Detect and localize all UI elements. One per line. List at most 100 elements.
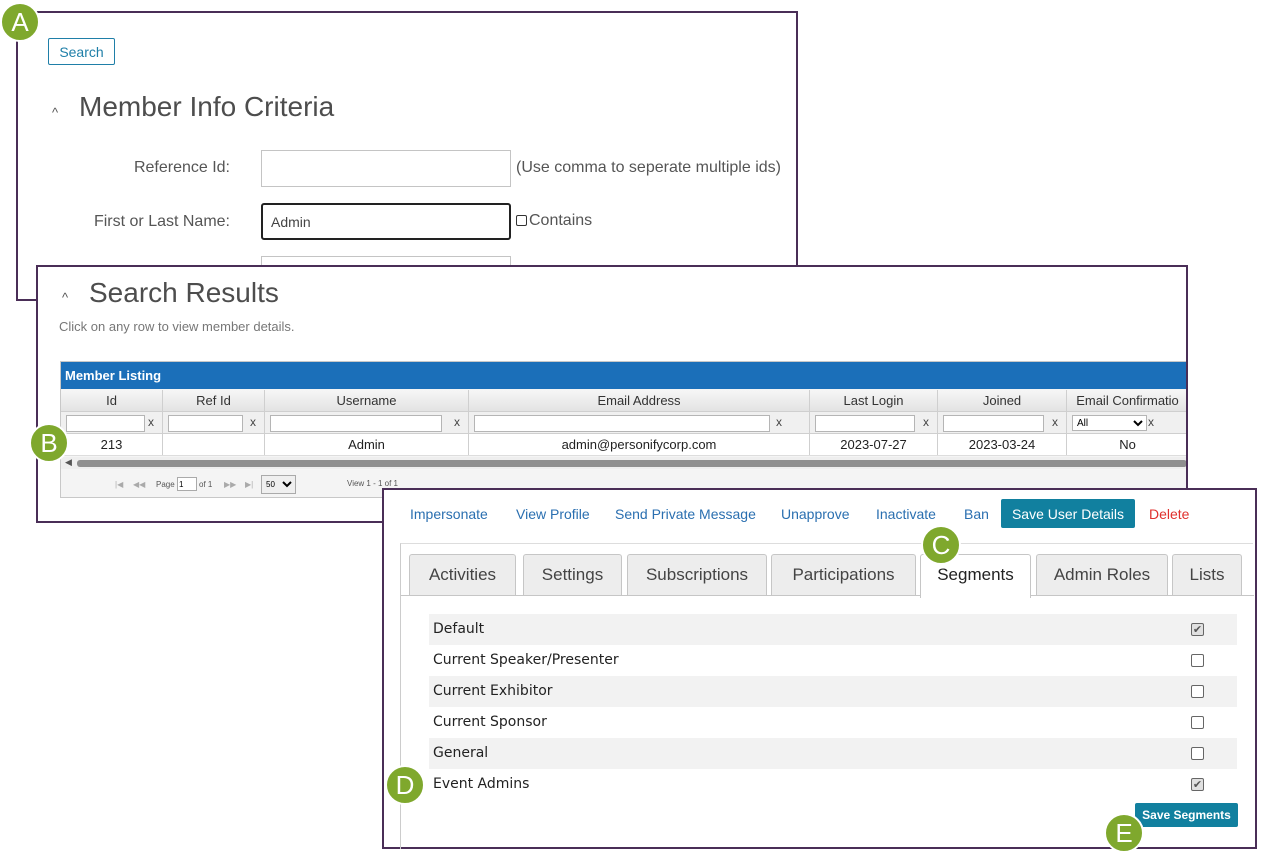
page-count: of 1 <box>199 480 213 489</box>
cell-joined: 2023-03-24 <box>938 434 1067 455</box>
horizontal-scrollbar[interactable]: ◀ <box>61 457 1186 469</box>
grid-title: Member Listing <box>61 362 1186 389</box>
column-header-id[interactable]: Id <box>61 390 163 411</box>
cell-ref-id <box>163 434 265 455</box>
tab-admin-roles[interactable]: Admin Roles <box>1036 554 1168 596</box>
first-last-name-label: First or Last Name: <box>93 213 230 230</box>
page-number-input[interactable] <box>177 477 197 491</box>
send-private-message-link[interactable]: Send Private Message <box>615 506 756 522</box>
column-header-joined[interactable]: Joined <box>938 390 1067 411</box>
member-details-panel: Impersonate View Profile Send Private Me… <box>382 488 1257 849</box>
table-row[interactable]: 213 Admin admin@personifycorp.com 2023-0… <box>61 434 1186 456</box>
callout-badge-a: A <box>0 2 40 42</box>
grid-filter-row: x x x x x x All x <box>61 412 1186 434</box>
cell-email: admin@personifycorp.com <box>469 434 810 455</box>
page-label: Page <box>156 480 175 489</box>
tab-subscriptions[interactable]: Subscriptions <box>627 554 767 596</box>
tab-participations[interactable]: Participations <box>771 554 916 596</box>
segment-label: Event Admins <box>433 776 530 792</box>
member-details-tabs: Activities Settings Subscriptions Partic… <box>400 543 1254 849</box>
tab-activities[interactable]: Activities <box>409 554 516 596</box>
segment-row-current-exhibitor: Current Exhibitor <box>429 676 1237 707</box>
filter-clear-icon[interactable]: x <box>250 415 256 429</box>
scroll-left-arrow-icon[interactable]: ◀ <box>65 457 72 468</box>
delete-link[interactable]: Delete <box>1149 506 1189 522</box>
contains-label: Contains <box>529 212 593 229</box>
column-header-ref-id[interactable]: Ref Id <box>163 390 265 411</box>
callout-badge-d: D <box>385 765 425 805</box>
column-header-email[interactable]: Email Address <box>469 390 810 411</box>
callout-badge-c: C <box>921 525 961 565</box>
cell-id: 213 <box>61 434 163 455</box>
filter-email-confirmation-select[interactable]: All <box>1072 415 1147 431</box>
view-range-text: View 1 - 1 of 1 <box>347 479 398 488</box>
segment-label: Current Exhibitor <box>433 683 553 699</box>
previous-page-icon[interactable]: ◀◀ <box>133 480 145 489</box>
filter-clear-icon[interactable]: x <box>923 415 929 429</box>
segment-general-checkbox[interactable] <box>1191 747 1204 760</box>
column-header-last-login[interactable]: Last Login <box>810 390 938 411</box>
filter-id-input[interactable] <box>66 415 145 432</box>
filter-clear-icon[interactable]: x <box>148 415 154 429</box>
save-segments-button[interactable]: Save Segments <box>1135 803 1238 827</box>
collapse-chevron-icon[interactable]: ^ <box>52 105 58 120</box>
callout-badge-e: E <box>1104 813 1144 853</box>
filter-clear-icon[interactable]: x <box>1148 415 1154 429</box>
segment-current-sponsor-checkbox[interactable] <box>1191 716 1204 729</box>
filter-username-input[interactable] <box>270 415 442 432</box>
first-last-name-input[interactable] <box>261 203 511 240</box>
member-info-criteria-panel: Search ^ Member Info Criteria Reference … <box>16 11 798 301</box>
ban-link[interactable]: Ban <box>964 506 989 522</box>
segment-current-speaker-checkbox[interactable] <box>1191 654 1204 667</box>
page-size-select[interactable]: 50 <box>261 475 296 494</box>
search-button[interactable]: Search <box>48 38 115 65</box>
contains-checkbox[interactable] <box>516 215 527 226</box>
reference-id-hint: (Use comma to seperate multiple ids) <box>516 159 781 176</box>
reference-id-label: Reference Id: <box>133 159 230 176</box>
tab-lists[interactable]: Lists <box>1172 554 1242 596</box>
filter-clear-icon[interactable]: x <box>776 415 782 429</box>
reference-id-input[interactable] <box>261 150 511 187</box>
last-page-icon[interactable]: ▶| <box>245 480 253 489</box>
segment-current-exhibitor-checkbox[interactable] <box>1191 685 1204 698</box>
member-listing-grid: Member Listing Id Ref Id Username Email … <box>60 361 1186 498</box>
filter-clear-icon[interactable]: x <box>1052 415 1058 429</box>
filter-email-input[interactable] <box>474 415 770 432</box>
tab-settings[interactable]: Settings <box>523 554 622 596</box>
view-profile-link[interactable]: View Profile <box>516 506 590 522</box>
segment-label: Current Speaker/Presenter <box>433 652 619 668</box>
segment-label: Current Sponsor <box>433 714 547 730</box>
search-results-subtitle: Click on any row to view member details. <box>59 319 295 334</box>
filter-joined-input[interactable] <box>943 415 1044 432</box>
impersonate-link[interactable]: Impersonate <box>410 506 488 522</box>
segment-label: Default <box>433 621 485 637</box>
column-header-email-confirmation[interactable]: Email Confirmatio <box>1067 390 1186 411</box>
unapprove-link[interactable]: Unapprove <box>781 506 850 522</box>
callout-badge-b: B <box>29 423 69 463</box>
segment-row-default: Default ✔ <box>429 614 1237 645</box>
segment-row-general: General <box>429 738 1237 769</box>
search-results-title: Search Results <box>89 277 279 308</box>
first-page-icon[interactable]: |◀ <box>115 480 123 489</box>
cell-email-confirmed: No <box>1067 434 1186 455</box>
inactivate-link[interactable]: Inactivate <box>876 506 936 522</box>
filter-clear-icon[interactable]: x <box>454 415 460 429</box>
collapse-chevron-icon[interactable]: ^ <box>62 290 68 305</box>
column-header-username[interactable]: Username <box>265 390 469 411</box>
filter-last-login-input[interactable] <box>815 415 915 432</box>
search-results-panel: ^ Search Results Click on any row to vie… <box>36 265 1188 523</box>
segment-event-admins-checkbox[interactable]: ✔ <box>1191 778 1204 791</box>
grid-header-row: Id Ref Id Username Email Address Last Lo… <box>61 390 1186 412</box>
save-user-details-button[interactable]: Save User Details <box>1001 499 1135 528</box>
cell-username: Admin <box>265 434 469 455</box>
segment-row-current-speaker: Current Speaker/Presenter <box>429 645 1237 676</box>
filter-ref-id-input[interactable] <box>168 415 243 432</box>
member-info-criteria-title: Member Info Criteria <box>79 91 335 122</box>
scrollbar-thumb[interactable] <box>77 460 1186 467</box>
segment-row-event-admins: Event Admins ✔ <box>429 769 1237 800</box>
segment-default-checkbox[interactable]: ✔ <box>1191 623 1204 636</box>
cell-last-login: 2023-07-27 <box>810 434 938 455</box>
tab-divider <box>401 595 1254 596</box>
segment-row-current-sponsor: Current Sponsor <box>429 707 1237 738</box>
next-page-icon[interactable]: ▶▶ <box>224 480 236 489</box>
